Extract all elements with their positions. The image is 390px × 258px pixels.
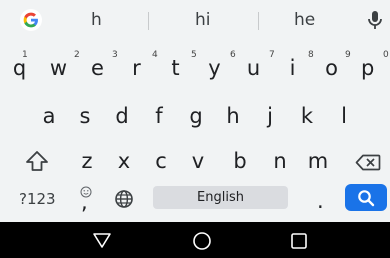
key-label: x [117, 149, 131, 173]
key-label: v [191, 149, 205, 173]
key-label: b [233, 149, 247, 173]
space-bar[interactable]: English [153, 186, 288, 209]
key-h[interactable]: h [215, 96, 251, 136]
key-hint: 0 [383, 50, 389, 60]
key-row-3: z x c v b n m [0, 141, 390, 181]
key-f[interactable]: f [141, 96, 177, 136]
google-g-icon[interactable] [20, 9, 42, 31]
key-label: s [79, 104, 91, 128]
nav-back-icon[interactable] [92, 232, 112, 249]
key-hint: 9 [345, 50, 351, 60]
key-label: n [273, 149, 287, 173]
key-label: y [208, 56, 221, 80]
key-label: l [341, 104, 347, 128]
suggestion-strip: h hi he [0, 0, 390, 40]
globe-icon[interactable] [114, 189, 134, 209]
key-w[interactable]: w2 [40, 48, 80, 88]
search-action-key[interactable] [345, 184, 387, 211]
suggestion-1[interactable]: h [91, 10, 102, 30]
key-v[interactable]: v [180, 141, 216, 181]
microphone-icon[interactable] [366, 9, 384, 31]
key-y[interactable]: y6 [196, 48, 235, 88]
key-a[interactable]: a [31, 96, 67, 136]
key-l[interactable]: l [326, 96, 362, 136]
key-label: j [267, 104, 273, 128]
key-hint: 3 [112, 50, 118, 60]
key-label: p [361, 56, 375, 80]
key-label: i [289, 56, 296, 80]
comma-emoji-key[interactable]: , [76, 180, 98, 220]
key-row-1: q1 w2 e3 r4 t5 y6 u7 i8 o9 p0 [0, 48, 390, 88]
key-hint: 1 [22, 50, 28, 60]
key-p[interactable]: p0 [352, 48, 389, 88]
key-j[interactable]: j [252, 96, 288, 136]
key-u[interactable]: u7 [235, 48, 275, 88]
symbols-key[interactable]: ?123 [19, 190, 56, 208]
key-label: k [300, 104, 314, 128]
key-label: m [307, 149, 329, 173]
key-s[interactable]: s [67, 96, 103, 136]
suggestion-divider [148, 12, 149, 30]
key-label: w [49, 56, 68, 80]
key-k[interactable]: k [289, 96, 325, 136]
key-label: h [226, 104, 240, 128]
key-label: e [91, 56, 104, 80]
key-label: t [171, 56, 180, 80]
key-e[interactable]: e3 [79, 48, 118, 88]
key-label: o [325, 56, 338, 80]
shift-icon[interactable] [25, 150, 49, 172]
suggestion-3[interactable]: he [294, 10, 315, 30]
key-label: q [12, 56, 27, 80]
key-t[interactable]: t5 [157, 48, 196, 88]
key-label: u [246, 56, 261, 80]
key-label: c [155, 149, 167, 173]
key-label: r [132, 56, 141, 80]
nav-home-icon[interactable] [192, 231, 212, 251]
suggestion-divider [258, 12, 259, 30]
period-key[interactable]: . [317, 189, 324, 213]
key-d[interactable]: d [104, 96, 140, 136]
key-label: f [155, 104, 163, 128]
key-q[interactable]: q1 [1, 48, 38, 88]
key-g[interactable]: g [178, 96, 214, 136]
key-r[interactable]: r4 [118, 48, 158, 88]
navigation-bar [0, 222, 390, 258]
key-x[interactable]: x [106, 141, 142, 181]
space-bar-label: English [197, 190, 244, 205]
key-label: z [81, 149, 93, 173]
key-label: g [189, 104, 203, 128]
key-label: a [42, 104, 56, 128]
key-label: d [115, 104, 129, 128]
key-m[interactable]: m [298, 141, 338, 181]
keyboard: h hi he q1 w2 e3 r4 t5 y6 u7 i8 o9 p0 a … [0, 0, 390, 222]
key-n[interactable]: n [262, 141, 298, 181]
suggestion-2[interactable]: hi [195, 10, 211, 30]
nav-recents-icon[interactable] [290, 232, 308, 250]
key-label: , [81, 190, 88, 214]
key-b[interactable]: b [222, 141, 258, 181]
key-row-2: a s d f g h j k l [0, 96, 390, 136]
search-icon [358, 190, 375, 207]
backspace-icon[interactable] [355, 154, 381, 171]
key-z[interactable]: z [69, 141, 105, 181]
key-c[interactable]: c [143, 141, 179, 181]
key-i[interactable]: i8 [274, 48, 314, 88]
key-o[interactable]: o9 [313, 48, 351, 88]
